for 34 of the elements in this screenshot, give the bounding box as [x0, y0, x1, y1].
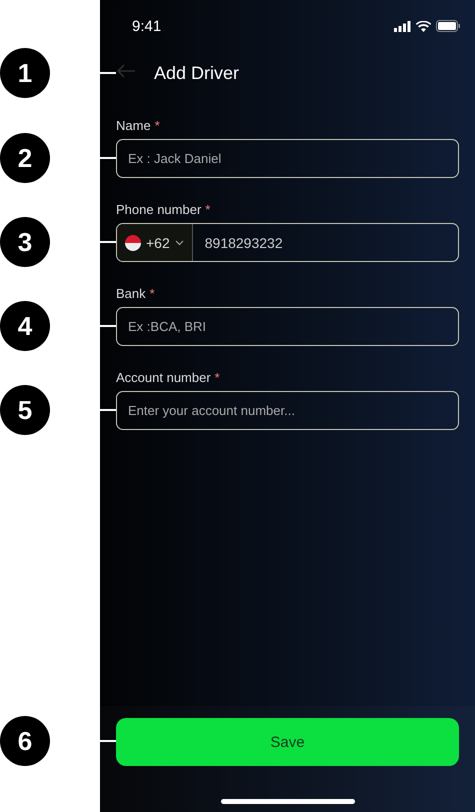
text-field[interactable]: Enter your account number...	[116, 391, 459, 430]
battery-icon	[436, 20, 461, 32]
leader-line	[100, 409, 116, 411]
callout-number: 3	[0, 217, 50, 267]
leader-line	[100, 325, 116, 327]
required-mark: *	[154, 118, 160, 133]
back-arrow-icon[interactable]	[116, 64, 136, 78]
signal-icon	[394, 20, 411, 32]
status-time: 9:41	[132, 18, 162, 34]
phone-field[interactable]: +62 8918293232	[116, 223, 459, 262]
required-mark: *	[214, 370, 220, 385]
callout-number: 6	[0, 716, 50, 766]
leader-line	[100, 241, 116, 243]
field-label: Account number	[116, 370, 211, 385]
page-title: Add Driver	[154, 62, 240, 84]
required-mark: *	[205, 202, 210, 217]
chevron-down-icon	[174, 240, 184, 246]
callout-number: 2	[0, 133, 50, 183]
wifi-icon	[416, 20, 431, 32]
callout-number: 4	[0, 301, 50, 351]
callout-number: 1	[0, 48, 50, 98]
leader-line	[100, 72, 116, 74]
text-field[interactable]: Ex : Jack Daniel	[116, 139, 459, 178]
save-button[interactable]: Save	[116, 718, 459, 766]
required-mark: *	[150, 286, 155, 301]
callout-number: 5	[0, 385, 50, 435]
leader-line	[100, 157, 116, 159]
country-code-selector[interactable]: +62	[117, 224, 193, 261]
field-label: Phone number	[116, 202, 202, 217]
field-label: Name	[116, 118, 151, 133]
flag-icon	[125, 234, 141, 250]
leader-line	[100, 740, 116, 742]
text-field[interactable]: Ex :BCA, BRI	[116, 307, 459, 346]
field-label: Bank	[116, 286, 146, 301]
